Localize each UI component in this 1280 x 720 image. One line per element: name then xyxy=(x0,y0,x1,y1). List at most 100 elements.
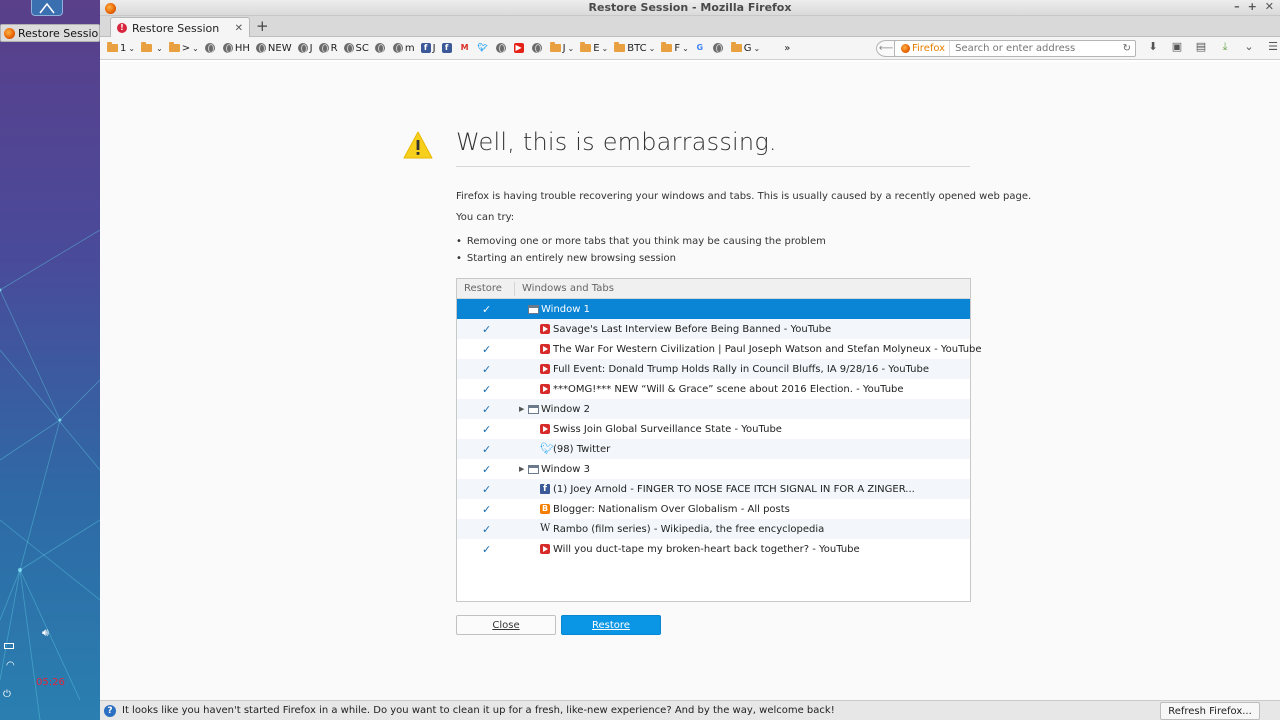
bookmark-item[interactable]: m xyxy=(390,37,418,60)
column-header-windows-tabs[interactable]: Windows and Tabs xyxy=(515,283,614,294)
bookmark-item[interactable] xyxy=(529,37,547,60)
bookmark-item[interactable]: SC xyxy=(341,37,372,60)
bookmark-item[interactable]: NEW xyxy=(253,37,295,60)
chevron-down-icon[interactable]: ⌄ xyxy=(1240,40,1258,54)
globe-icon xyxy=(318,43,329,53)
gmail-icon: M xyxy=(460,43,469,52)
bookmark-item[interactable]: HH xyxy=(220,37,253,60)
bookmark-item[interactable]: J xyxy=(295,37,316,60)
bookmark-label: R xyxy=(330,42,338,54)
twitter-icon: 🐦︎ xyxy=(477,43,488,52)
bookmark-item[interactable]: ▶ xyxy=(511,37,529,60)
tree-body: ✓ Window 1 ✓ Savage's Last Interview Before… xyxy=(457,299,982,559)
bookmark-item[interactable] xyxy=(710,37,728,60)
restore-checkbox[interactable]: ✓ xyxy=(482,343,491,356)
downloads-icon[interactable]: ⤓ xyxy=(1216,40,1234,54)
bookmark-item[interactable]: ⌄ xyxy=(138,37,166,60)
bookmark-item[interactable] xyxy=(493,37,511,60)
tree-tab-row[interactable]: ✓ Savage's Last Interview Before Being Ba… xyxy=(457,319,970,339)
restore-checkbox[interactable]: ✓ xyxy=(482,543,491,556)
close-tab-icon[interactable]: ✕ xyxy=(235,23,243,34)
reader-icon[interactable]: ▤ xyxy=(1192,40,1210,54)
identity-box[interactable]: Firefox xyxy=(895,41,951,56)
close-button[interactable]: Close xyxy=(456,615,556,635)
taskbar-firefox-entry[interactable]: Restore Sessio... xyxy=(0,24,100,42)
bookmark-item[interactable] xyxy=(372,37,390,60)
tree-tab-row[interactable]: ✓ B Blogger: Nationalism Over Globalism - … xyxy=(457,499,970,519)
tree-row-label: Window 2 xyxy=(541,403,590,415)
menu-icon[interactable]: ☰ xyxy=(1264,40,1280,54)
expand-twisty-icon[interactable]: ▶ xyxy=(519,405,524,413)
title-divider xyxy=(456,166,970,167)
bookmark-item[interactable] xyxy=(202,37,220,60)
firefox-icon xyxy=(105,3,116,14)
wikipedia-icon: W xyxy=(540,523,551,534)
volume-icon[interactable]: 🔊︎ xyxy=(42,626,49,640)
restore-checkbox[interactable]: ✓ xyxy=(482,403,491,416)
restore-checkbox[interactable]: ✓ xyxy=(482,503,491,516)
tree-tab-row[interactable]: ✓ Will you duct-tape my broken-heart back… xyxy=(457,539,970,559)
tree-tab-row[interactable]: ✓ Swiss Join Global Surveillance State - … xyxy=(457,419,970,439)
restore-checkbox[interactable]: ✓ xyxy=(482,423,491,436)
wifi-icon[interactable]: ◠ xyxy=(6,660,15,671)
bookmark-item[interactable]: 🐦︎ xyxy=(475,37,493,60)
battery-icon[interactable] xyxy=(4,643,14,649)
expand-twisty-icon[interactable]: ▶ xyxy=(519,465,524,473)
bookmark-item[interactable]: BTC ⌄ xyxy=(611,37,658,60)
folder-icon xyxy=(549,42,561,52)
restore-checkbox[interactable]: ✓ xyxy=(482,443,491,456)
restore-checkbox[interactable]: ✓ xyxy=(482,523,491,536)
reload-icon[interactable]: ↻ xyxy=(1123,43,1135,54)
bookmark-item[interactable]: fJ xyxy=(418,37,439,60)
back-button[interactable]: ⟵ xyxy=(876,40,896,57)
bookmark-item[interactable]: J ⌄ xyxy=(547,37,578,60)
restore-button[interactable]: Restore xyxy=(561,615,661,635)
tree-tab-row[interactable]: ✓ 🐦︎ (98) Twitter xyxy=(457,439,970,459)
download-icon[interactable]: ⬇ xyxy=(1144,40,1162,54)
bookmarks-overflow-button[interactable]: » xyxy=(781,37,793,60)
tab-restore-session[interactable]: ! Restore Session ✕ xyxy=(110,17,250,38)
restore-checkbox[interactable]: ✓ xyxy=(482,303,491,316)
restore-checkbox[interactable]: ✓ xyxy=(482,363,491,376)
restore-checkbox[interactable]: ✓ xyxy=(482,383,491,396)
minimize-button[interactable]: – xyxy=(1234,0,1240,13)
clock[interactable]: 05:26 xyxy=(36,677,65,688)
close-window-button[interactable]: ✕ xyxy=(1265,0,1274,13)
bookmark-item[interactable]: M xyxy=(457,37,475,60)
blogger-icon: B xyxy=(540,504,550,514)
tree-tab-row[interactable]: ✓ ***OMG!*** NEW “Will & Grace” scene abo… xyxy=(457,379,970,399)
window-titlebar[interactable]: Restore Session - Mozilla Firefox – + ✕ xyxy=(100,0,1280,16)
tree-tab-row[interactable]: ✓ Full Event: Donald Trump Holds Rally in… xyxy=(457,359,970,379)
column-header-restore[interactable]: Restore xyxy=(457,281,515,296)
tree-window-row[interactable]: ✓ ▶ Window 2 xyxy=(457,399,970,419)
bookmark-item[interactable]: F ⌄ xyxy=(658,37,691,60)
restore-checkbox[interactable]: ✓ xyxy=(482,483,491,496)
tree-window-row[interactable]: ✓ Window 1 xyxy=(457,299,970,319)
tree-window-row[interactable]: ✓ ▶ Window 3 xyxy=(457,459,970,479)
address-input[interactable] xyxy=(950,43,1121,54)
tree-tab-row[interactable]: ✓ W Rambo (film series) - Wikipedia, the f… xyxy=(457,519,970,539)
tree-tab-row[interactable]: ✓ f (1) Joey Arnold - FINGER TO NOSE FACE … xyxy=(457,479,970,499)
restore-checkbox[interactable]: ✓ xyxy=(482,323,491,336)
bookmark-item[interactable]: 1 ⌄ xyxy=(104,37,138,60)
refresh-firefox-button[interactable]: Refresh Firefox... xyxy=(1160,702,1260,720)
tree-tab-row[interactable]: ✓ The War For Western Civilization | Paul… xyxy=(457,339,982,359)
bookmark-item[interactable]: f xyxy=(439,37,457,60)
tab-strip: ! Restore Session ✕ + xyxy=(100,16,1280,38)
notification-text: It looks like you haven't started Firefo… xyxy=(122,705,835,716)
restore-checkbox[interactable]: ✓ xyxy=(482,463,491,476)
bookmark-item[interactable]: R xyxy=(316,37,341,60)
app-launcher-button[interactable] xyxy=(31,0,63,16)
bookmark-item[interactable]: G xyxy=(692,37,710,60)
session-tree[interactable]: Restore Windows and Tabs ✓ Window 1 ✓ Savag… xyxy=(456,278,982,602)
tree-row-label: Window 3 xyxy=(541,463,590,475)
new-tab-button[interactable]: + xyxy=(256,17,269,35)
youtube-toolbar-icon[interactable]: ▣ xyxy=(1168,40,1186,54)
power-icon[interactable]: ⏻ xyxy=(3,689,11,700)
bookmark-item[interactable]: E ⌄ xyxy=(577,37,611,60)
url-bar[interactable]: Firefox ↻ xyxy=(894,40,1136,57)
bookmark-label: » xyxy=(784,42,791,54)
bookmark-item[interactable]: G ⌄ xyxy=(728,37,763,60)
maximize-button[interactable]: + xyxy=(1248,0,1257,13)
bookmark-item[interactable]: > ⌄ xyxy=(166,37,202,60)
